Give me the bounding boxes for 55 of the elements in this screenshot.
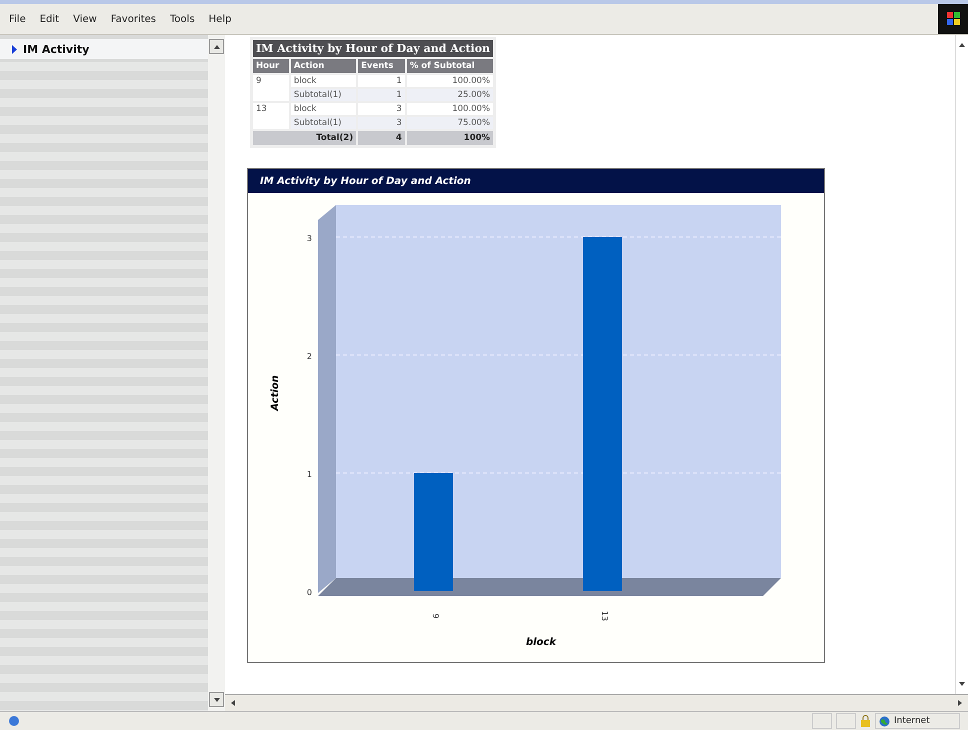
x-axis-title: block <box>526 637 556 648</box>
scroll-down-button[interactable] <box>209 692 224 707</box>
table-cell: 75.00% <box>406 116 495 130</box>
column-header: % of Subtotal <box>406 58 495 74</box>
menu-item[interactable]: Help <box>208 12 232 26</box>
y-axis-title: Action <box>270 375 281 411</box>
table-cell: 100.00% <box>406 102 495 116</box>
table-cell: 4 <box>357 130 406 146</box>
windows-logo-icon <box>938 4 968 34</box>
table-cell: block <box>290 102 358 116</box>
table-cell: 13 <box>252 102 290 130</box>
table-cell: block <box>290 74 358 88</box>
lock-icon <box>860 715 871 727</box>
arrow-icon <box>12 44 17 54</box>
up-arrow-icon <box>958 41 966 49</box>
down-arrow-icon <box>958 680 966 688</box>
table-cell: 100% <box>406 130 495 146</box>
table-cell: 3 <box>357 102 406 116</box>
column-header: Events <box>357 58 406 74</box>
zone-label: Internet <box>894 716 930 726</box>
chart-title: IM Activity by Hour of Day and Action <box>260 176 471 186</box>
y-tick-label: 3 <box>306 234 312 243</box>
menu-item[interactable]: Favorites <box>110 12 158 26</box>
table-cell: 25.00% <box>406 88 495 102</box>
menu-item[interactable]: Edit <box>38 12 60 26</box>
table-cell: Subtotal(1) <box>290 116 358 130</box>
scroll-up-button[interactable] <box>209 39 224 54</box>
y-tick-label: 1 <box>306 470 312 479</box>
table-cell: Total(2) <box>252 130 358 146</box>
down-arrow-icon <box>212 696 220 704</box>
menu-item[interactable]: View <box>72 12 98 26</box>
right-arrow-icon <box>956 699 964 707</box>
menu-item[interactable]: Tools <box>169 12 196 26</box>
y-tick-label: 0 <box>306 588 312 597</box>
x-tick-label: 13 <box>600 610 609 622</box>
menu-item[interactable]: File <box>8 12 27 26</box>
table-cell: 9 <box>252 74 290 102</box>
table-cell: 100.00% <box>406 74 495 88</box>
y-tick-label: 2 <box>306 352 312 361</box>
page-icon <box>8 715 20 727</box>
sidebar-item[interactable]: IM Activity <box>0 39 208 59</box>
column-header: Hour <box>252 58 290 74</box>
horizontal-scrollbar[interactable] <box>225 694 968 711</box>
up-arrow-icon <box>212 42 220 50</box>
x-tick-label: 9 <box>431 613 440 619</box>
status-panel <box>836 713 856 729</box>
table-cell: 3 <box>357 116 406 130</box>
table-title: IM Activity by Hour of Day and Action <box>252 38 495 58</box>
table-cell: 1 <box>357 88 406 102</box>
table-cell: Subtotal(1) <box>290 88 358 102</box>
left-arrow-icon <box>229 699 237 707</box>
globe-icon <box>879 716 890 726</box>
table-cell: 1 <box>357 74 406 88</box>
status-panel <box>812 713 832 729</box>
column-header: Action <box>290 58 358 74</box>
